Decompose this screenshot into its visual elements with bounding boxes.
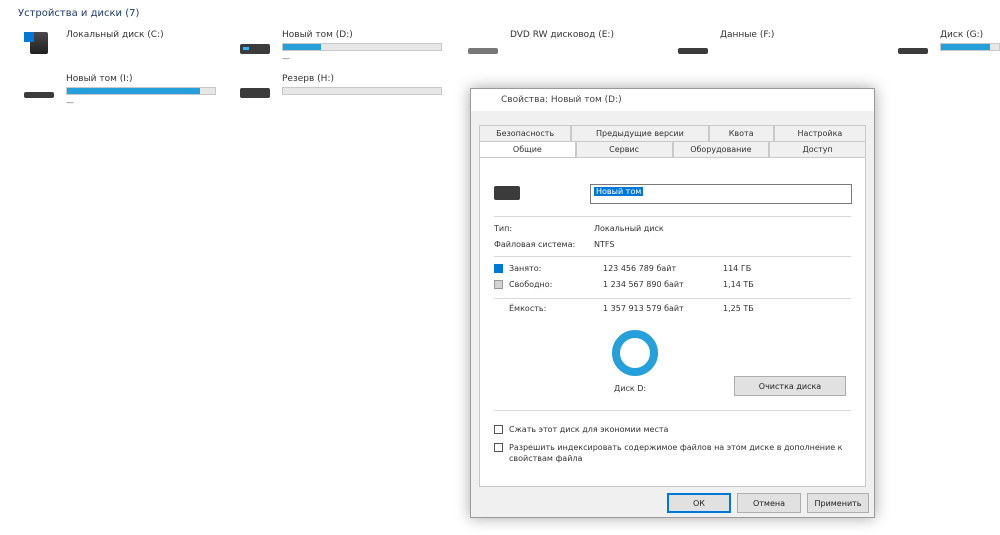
usb-drive-icon	[20, 74, 58, 100]
type-value: Локальный диск	[594, 224, 664, 233]
drive-name: Данные (F:)	[720, 30, 775, 40]
drive-free: —	[282, 54, 290, 63]
drive-name: DVD RW дисковод (E:)	[510, 30, 614, 40]
properties-dialog: Свойства: Новый том (D:) Безопасность Пр…	[470, 88, 875, 518]
tab-security[interactable]: Безопасность	[479, 125, 572, 141]
disk-cleanup-button[interactable]: Очистка диска	[734, 376, 846, 396]
windows-drive-icon	[20, 30, 58, 56]
separator	[494, 256, 851, 257]
used-row: Занято: 123 456 789 байт 114 ГБ	[494, 264, 851, 273]
fs-label: Файловая система:	[494, 240, 576, 249]
type-label: Тип:	[494, 224, 513, 233]
tab-previous-versions[interactable]: Предыдущие версии	[571, 125, 709, 141]
drive-icon-large	[494, 186, 520, 200]
drive-name: Новый том (D:)	[282, 30, 353, 40]
used-gb: 114 ГБ	[723, 264, 752, 273]
hdd-icon	[236, 30, 274, 56]
volume-name-value: Новый том	[594, 187, 644, 196]
tab-sharing[interactable]: Доступ	[769, 141, 866, 157]
capacity-gb: 1,25 ТБ	[723, 304, 754, 313]
general-panel: Новый том Тип: Локальный диск Файловая с…	[479, 157, 866, 487]
dvd-icon	[464, 30, 502, 56]
free-row: Свободно: 1 234 567 890 байт 1,14 ТБ	[494, 280, 851, 289]
usage-bar-fill	[283, 44, 321, 50]
capacity-label: Ёмкость:	[509, 304, 547, 313]
used-swatch	[494, 264, 503, 273]
compress-label: Сжать этот диск для экономии места	[509, 425, 669, 434]
drive-d[interactable]: Новый том (D:) —	[236, 30, 446, 63]
drive-name: Локальный диск (C:)	[66, 30, 164, 40]
tab-hardware[interactable]: Оборудование	[672, 141, 770, 157]
free-swatch	[494, 280, 503, 289]
capacity-bytes: 1 357 913 579 байт	[603, 304, 684, 313]
volume-name-field[interactable]: Новый том	[590, 184, 852, 204]
compress-option[interactable]: Сжать этот диск для экономии места	[494, 424, 851, 435]
index-label: Разрешить индексировать содержимое файло…	[509, 443, 843, 463]
used-bytes: 123 456 789 байт	[603, 264, 677, 273]
dialog-title: Свойства: Новый том (D:)	[471, 89, 874, 111]
separator	[494, 298, 851, 299]
ok-button[interactable]: ОК	[667, 493, 731, 513]
drive-name: Резерв (H:)	[282, 74, 334, 84]
type-row: Тип: Локальный диск	[494, 224, 851, 233]
used-label: Занято:	[509, 264, 542, 273]
usage-bar	[66, 87, 216, 95]
usage-bar	[282, 87, 442, 95]
drive-h[interactable]: Резерв (H:)	[236, 74, 446, 100]
cancel-button[interactable]: Отмена	[737, 493, 801, 513]
apply-button[interactable]: Применить	[807, 493, 869, 513]
drive-f[interactable]: Данные (F:)	[674, 30, 874, 56]
disk-label: Диск D:	[614, 384, 647, 393]
usage-bar	[282, 43, 442, 51]
capacity-row: Ёмкость: 1 357 913 579 байт 1,25 ТБ	[494, 304, 851, 313]
drive-name: Новый том (I:)	[66, 74, 133, 84]
usage-bar-fill	[941, 44, 991, 50]
free-label: Свободно:	[509, 280, 553, 289]
free-gb: 1,14 ТБ	[723, 280, 754, 289]
tab-general[interactable]: Общие	[479, 141, 576, 157]
tab-strip: Безопасность Предыдущие версии Квота Нас…	[479, 125, 866, 157]
usb-drive-icon	[894, 30, 932, 56]
hdd-icon	[236, 74, 274, 100]
drive-e[interactable]: DVD RW дисковод (E:)	[464, 30, 664, 56]
drive-c[interactable]: Локальный диск (C:)	[20, 30, 220, 56]
drive-free: —	[66, 98, 74, 107]
tab-customize[interactable]: Настройка	[773, 125, 866, 141]
tab-tools[interactable]: Сервис	[575, 141, 673, 157]
fs-value: NTFS	[594, 240, 615, 249]
separator	[494, 216, 851, 217]
index-checkbox[interactable]	[494, 443, 503, 452]
usage-pie	[612, 330, 658, 376]
tab-quota[interactable]: Квота	[708, 125, 774, 141]
usage-bar	[940, 43, 1000, 51]
drive-g[interactable]: Диск (G:)	[894, 30, 1000, 56]
usb-drive-icon	[674, 30, 712, 56]
drive-name: Диск (G:)	[940, 30, 984, 40]
compress-checkbox[interactable]	[494, 425, 503, 434]
index-option[interactable]: Разрешить индексировать содержимое файло…	[494, 442, 851, 464]
usage-bar-fill	[67, 88, 201, 94]
section-title: Устройства и диски (7)	[18, 8, 140, 19]
free-bytes: 1 234 567 890 байт	[603, 280, 684, 289]
drive-i[interactable]: Новый том (I:) —	[20, 74, 225, 107]
separator	[494, 410, 851, 411]
fs-row: Файловая система: NTFS	[494, 240, 851, 249]
